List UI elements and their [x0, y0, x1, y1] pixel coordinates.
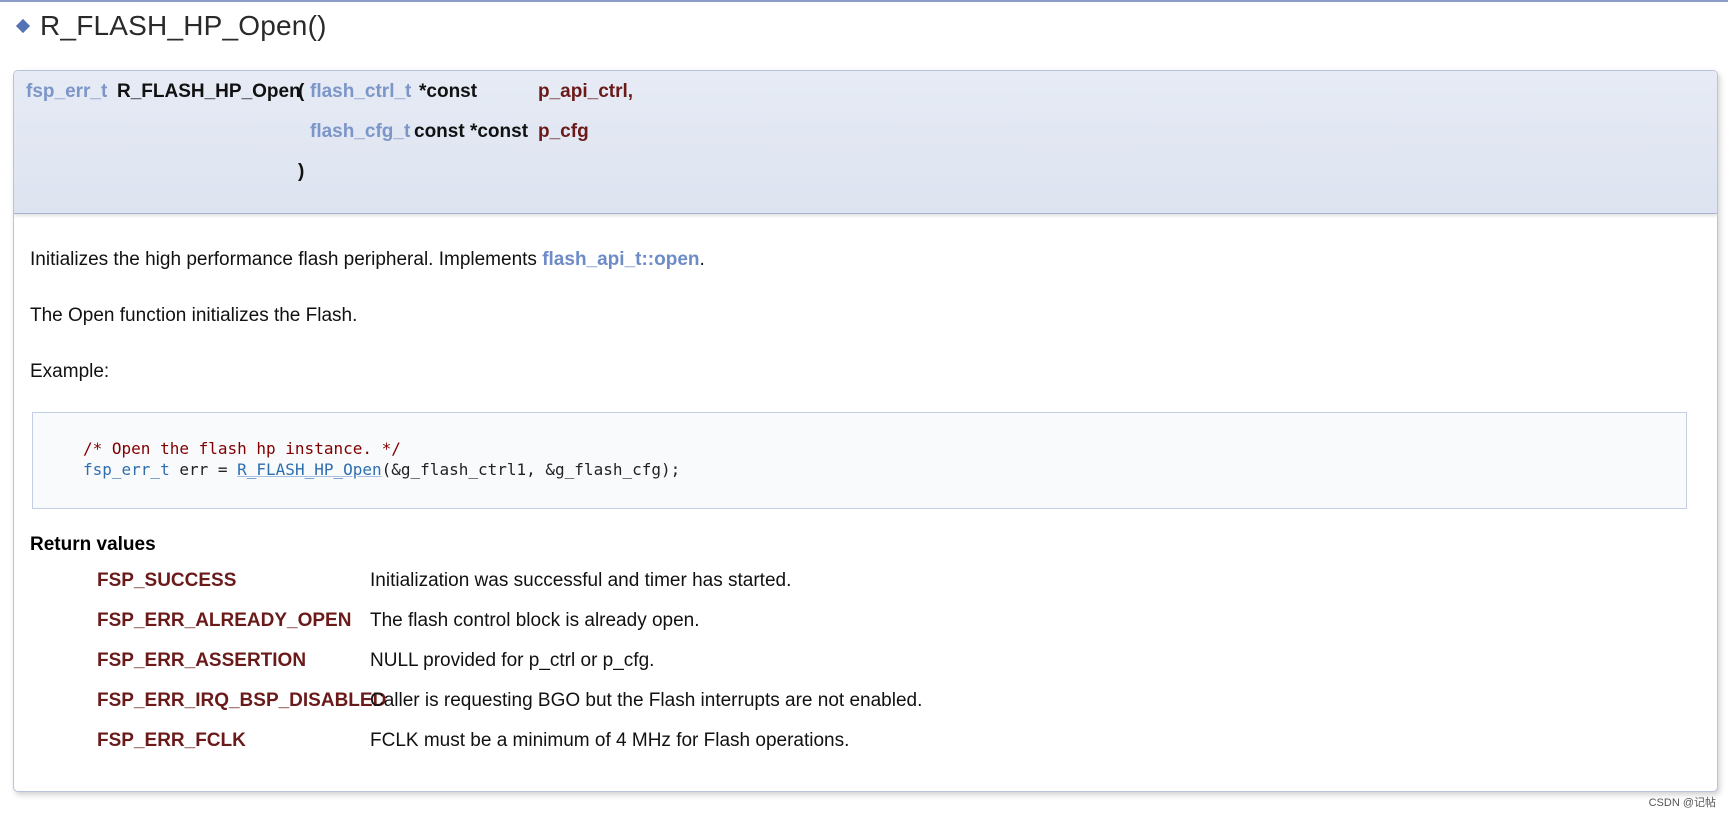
code-comment: /* Open the flash hp instance. */	[83, 439, 401, 458]
code-var: err =	[169, 460, 238, 479]
close-paren: )	[298, 161, 305, 182]
member-title: R_FLASH_HP_Open()	[14, 8, 327, 44]
param-qualifier: const *const	[414, 121, 529, 142]
function-name: R_FLASH_HP_Open	[117, 81, 301, 102]
return-value-desc: FCLK must be a minimum of 4 MHz for Flas…	[370, 730, 850, 751]
open-paren: (	[298, 81, 305, 102]
return-value-desc: Initialization was successful and timer …	[370, 570, 792, 591]
return-value-name: FSP_SUCCESS	[97, 570, 237, 591]
code-type-link[interactable]: fsp_err_t	[83, 460, 170, 479]
code-example: /* Open the flash hp instance. */ fsp_er…	[32, 412, 1687, 509]
param-name: p_api_ctrl,	[538, 81, 634, 102]
param-name: p_cfg	[538, 121, 589, 142]
return-value-desc: Caller is requesting BGO but the Flash i…	[370, 690, 923, 711]
code-line: /* Open the flash hp instance. */	[83, 439, 401, 458]
return-values-heading: Return values	[30, 534, 156, 555]
param-type-link[interactable]: flash_cfg_t	[310, 121, 410, 143]
description-paragraph: Initializes the high performance flash p…	[30, 249, 705, 271]
code-function-link[interactable]: R_FLASH_HP_Open	[237, 460, 382, 479]
doc-page: R_FLASH_HP_Open() fsp_err_t R_FLASH_HP_O…	[0, 0, 1728, 814]
description-text: Initializes the high performance flash p…	[30, 249, 543, 270]
function-prototype: fsp_err_t R_FLASH_HP_Open ( flash_ctrl_t…	[14, 71, 1717, 214]
return-value-row: FSP_ERR_IRQ_BSP_DISABLED Caller is reque…	[14, 690, 1214, 720]
diamond-icon	[15, 18, 31, 34]
code-line: fsp_err_t err = R_FLASH_HP_Open(&g_flash…	[83, 460, 680, 479]
return-value-row: FSP_SUCCESS Initialization was successfu…	[14, 570, 1214, 600]
example-label: Example:	[30, 361, 110, 382]
return-value-name: FSP_ERR_IRQ_BSP_DISABLED	[97, 690, 387, 711]
return-value-row: FSP_ERR_FCLK FCLK must be a minimum of 4…	[14, 730, 1214, 760]
page-title: R_FLASH_HP_Open()	[40, 10, 327, 41]
param-qualifier: *const	[419, 81, 478, 102]
return-value-row: FSP_ERR_ALREADY_OPEN The flash control b…	[14, 610, 1214, 640]
description-period: .	[699, 249, 705, 270]
return-value-desc: The flash control block is already open.	[370, 610, 700, 631]
return-value-row: FSP_ERR_ASSERTION NULL provided for p_ct…	[14, 650, 1214, 680]
return-type-link[interactable]: fsp_err_t	[26, 81, 107, 103]
code-args: (&g_flash_ctrl1, &g_flash_cfg);	[381, 460, 681, 479]
param-type-link[interactable]: flash_ctrl_t	[310, 81, 411, 103]
return-value-name: FSP_ERR_FCLK	[97, 730, 246, 751]
top-divider	[0, 0, 1728, 2]
description-paragraph: The Open function initializes the Flash.	[30, 305, 358, 326]
return-value-name: FSP_ERR_ALREADY_OPEN	[97, 610, 352, 631]
return-value-desc: NULL provided for p_ctrl or p_cfg.	[370, 650, 655, 671]
member-item: fsp_err_t R_FLASH_HP_Open ( flash_ctrl_t…	[13, 70, 1718, 792]
watermark: CSDN @记帖	[1648, 797, 1716, 809]
api-open-link[interactable]: flash_api_t::open	[542, 249, 699, 270]
return-value-name: FSP_ERR_ASSERTION	[97, 650, 307, 671]
